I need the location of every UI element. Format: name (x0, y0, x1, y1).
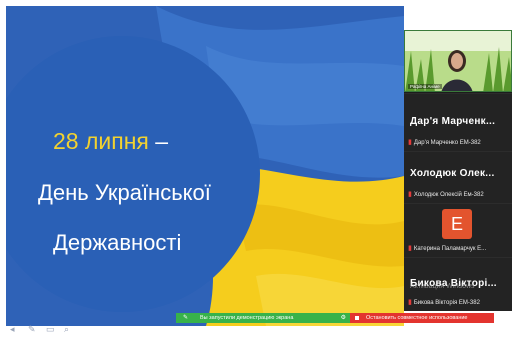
meeting-window: 28 липня – День Української Державності … (0, 0, 516, 340)
zoom-icon[interactable]: ⌕ (64, 325, 74, 334)
slides-icon[interactable]: ▭ (46, 325, 56, 334)
avatar: Е (442, 209, 472, 239)
mic-muted-icon: ▮ (408, 139, 412, 146)
participant-label: ▮ Дар'я Марченко ЕМ-382 (408, 139, 481, 146)
video-feed (405, 31, 511, 91)
mic-muted-icon: ▮ (408, 299, 412, 306)
participant-tile[interactable]: Холодюк Олек... ▮ Холодюк Олексій Ем-382 (404, 151, 512, 203)
participant-display-name: Холодюк Олек... (410, 168, 495, 179)
participant-display-name: Дар'я Марченк... (410, 116, 496, 127)
settings-icon[interactable]: ⚙ (341, 313, 346, 323)
share-status-text: Вы запустили демонстрацию экрана (200, 315, 294, 321)
participant-tile[interactable]: Е ▮ Катерина Паламарчук Е... (404, 203, 512, 257)
mic-muted-icon: ▮ (408, 245, 412, 252)
participants-panel: Рафіїна Аніме Дар'я Марченк... ▮ Дар'я Ма… (404, 30, 512, 311)
stop-icon (355, 316, 359, 320)
screen-share-icon: ✎ (183, 315, 189, 321)
participant-label: ▮ Катерина Паламарчук Е... (408, 245, 487, 252)
pointer-icon[interactable]: ◂ (10, 325, 20, 334)
slide-title-line-2: Державності (53, 230, 182, 255)
participant-label: ▮ Холодюк Олексій Ем-382 (408, 191, 484, 198)
participant-label: ▮ Бикова Вікторія ЕМ-382 (408, 299, 480, 306)
participant-video[interactable]: Рафіїна Аніме (404, 30, 512, 92)
slide-toolbar: ◂ ✎ ▭ ⌕ (10, 325, 74, 334)
stop-sharing-button[interactable]: Остановить совместное использование (350, 313, 494, 323)
screen-share-status-bar: ✎ Вы запустили демонстрацию экрана ⚙ (176, 313, 350, 323)
windows-activation-watermark: Активация Windows (410, 283, 475, 290)
slide-title-line: День Української (38, 180, 211, 205)
slide-date: 28 липня – (53, 128, 169, 154)
pen-icon[interactable]: ✎ (28, 325, 38, 334)
mic-muted-icon: ▮ (408, 191, 412, 198)
stop-sharing-label: Остановить совместное использование (366, 315, 468, 321)
video-caption: Рафіїна Аніме (408, 84, 442, 89)
shared-screen-slide: 28 липня – День Української Державності (6, 6, 404, 326)
participant-tile[interactable]: Дар'я Марченк... ▮ Дар'я Марченко ЕМ-382 (404, 93, 512, 151)
